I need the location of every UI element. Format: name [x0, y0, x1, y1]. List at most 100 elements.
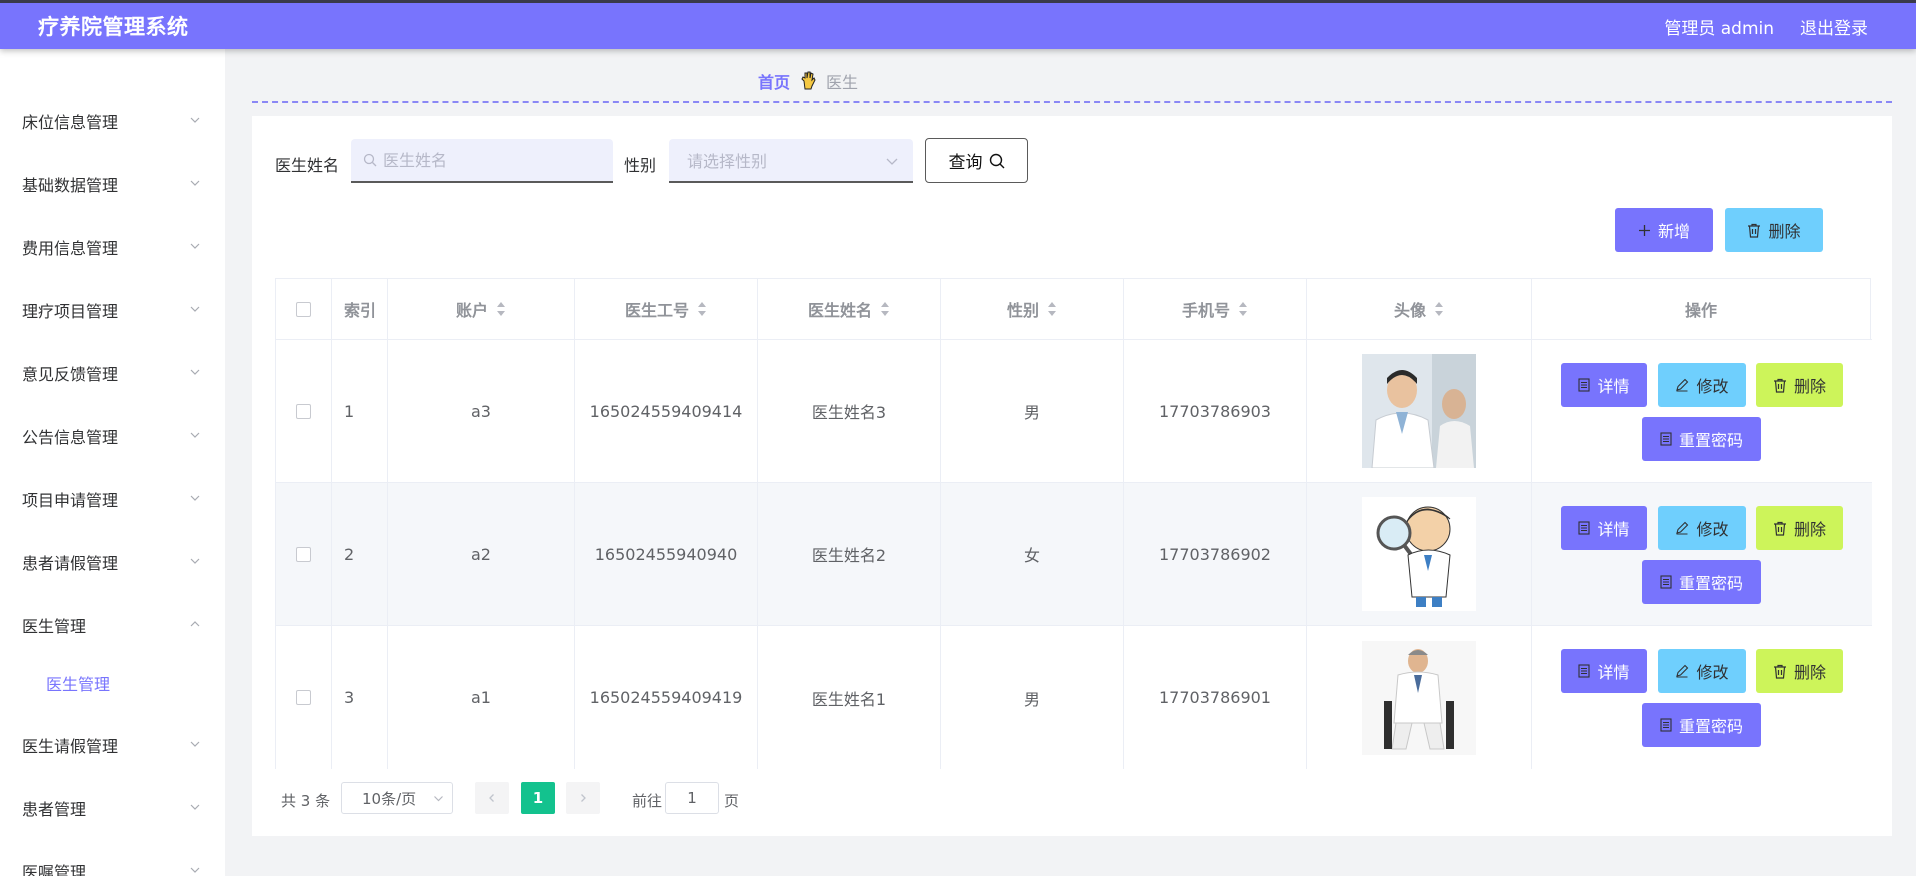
prev-page-button[interactable] — [475, 782, 509, 814]
cell-gender: 男 — [941, 626, 1124, 769]
col-phone[interactable]: 手机号 — [1124, 279, 1307, 339]
gender-select[interactable]: 请选择性别 — [669, 139, 913, 183]
edit-button-label: 修改 — [1696, 663, 1729, 682]
breadcrumb-home[interactable]: 首页 — [758, 69, 790, 93]
sidebar-item-bed[interactable]: 床位信息管理 — [0, 101, 225, 141]
cell-doctor-name: 医生姓名1 — [758, 626, 941, 769]
page-number-current[interactable]: 1 — [521, 782, 555, 814]
current-user[interactable]: 管理员 admin — [1664, 14, 1774, 39]
edit-button-label: 修改 — [1696, 377, 1729, 396]
sort-icon[interactable] — [1434, 302, 1444, 316]
gender-select-placeholder: 请选择性别 — [687, 152, 768, 171]
cell-account: a3 — [388, 340, 575, 482]
add-button-label: 新增 — [1657, 222, 1690, 241]
pagination-total: 共 3 条 — [281, 792, 331, 810]
page-size-select[interactable]: 10条/页 — [341, 782, 453, 814]
page-size-value: 10条/页 — [362, 789, 417, 808]
detail-button-label: 详情 — [1597, 663, 1630, 682]
reset-password-button[interactable]: 重置密码 — [1642, 560, 1761, 604]
cell-phone: 17703786902 — [1124, 483, 1307, 625]
select-all-checkbox[interactable] — [296, 301, 311, 317]
goto-page-input[interactable] — [665, 782, 719, 814]
delete-button[interactable]: 删除 — [1756, 506, 1843, 550]
col-index: 索引 — [332, 279, 388, 339]
chevron-up-icon — [190, 621, 200, 627]
batch-delete-button[interactable]: 删除 — [1725, 208, 1823, 252]
sort-icon[interactable] — [496, 302, 506, 316]
sidebar-item-patient-leave[interactable]: 患者请假管理 — [0, 542, 225, 582]
edit-button[interactable]: 修改 — [1658, 506, 1746, 550]
row-checkbox[interactable] — [296, 403, 311, 419]
detail-button[interactable]: 详情 — [1561, 363, 1647, 407]
row-select-cell — [276, 626, 332, 769]
cell-phone: 17703786901 — [1124, 626, 1307, 769]
delete-button[interactable]: 删除 — [1756, 649, 1843, 693]
table-row: 2 a2 16502455940940 医生姓名2 女 17703786902 — [276, 483, 1872, 626]
col-gender[interactable]: 性别 — [941, 279, 1124, 339]
sidebar-item-orders[interactable]: 医嘱管理 — [0, 851, 225, 876]
doctor-name-input[interactable] — [383, 150, 603, 170]
trash-icon — [1748, 223, 1761, 238]
sidebar-item-label: 医生管理 — [22, 617, 87, 636]
doctor-avatar[interactable] — [1362, 354, 1476, 468]
search-icon — [363, 153, 377, 167]
col-avatar-label: 头像 — [1393, 301, 1426, 320]
trash-icon — [1773, 664, 1786, 679]
sidebar-item-notice[interactable]: 公告信息管理 — [0, 416, 225, 456]
col-avatar[interactable]: 头像 — [1307, 279, 1532, 339]
row-select-cell — [276, 483, 332, 625]
col-account[interactable]: 账户 — [388, 279, 575, 339]
sort-icon[interactable] — [697, 302, 707, 316]
breadcrumb: 首页 医生 — [758, 69, 858, 93]
cartoon-doctor-image — [1362, 497, 1476, 611]
select-all-cell — [276, 279, 332, 339]
search-icon — [989, 153, 1004, 168]
sort-icon[interactable] — [1238, 302, 1248, 316]
row-checkbox[interactable] — [296, 690, 311, 705]
add-button[interactable]: 新增 — [1615, 208, 1713, 252]
sidebar-item-fees[interactable]: 费用信息管理 — [0, 227, 225, 267]
col-doctor-id[interactable]: 医生工号 — [575, 279, 758, 339]
doctor-avatar[interactable] — [1362, 640, 1476, 755]
header-user-area: 管理员 admin 退出登录 — [1664, 14, 1868, 39]
sidebar-item-doctor[interactable]: 医生管理 — [0, 605, 225, 645]
sidebar-item-feedback[interactable]: 意见反馈管理 — [0, 353, 225, 393]
app-title: 疗养院管理系统 — [38, 15, 189, 39]
sidebar-subitem-doctor-manage[interactable]: 医生管理 — [0, 663, 225, 703]
logout-link[interactable]: 退出登录 — [1800, 14, 1868, 39]
query-button[interactable]: 查询 — [925, 138, 1028, 183]
cell-doctor-id: 165024559409414 — [575, 340, 758, 482]
detail-button[interactable]: 详情 — [1561, 506, 1647, 550]
cell-avatar — [1307, 340, 1532, 482]
reset-password-button[interactable]: 重置密码 — [1642, 417, 1761, 461]
sort-icon[interactable] — [880, 302, 890, 316]
col-doctor-name[interactable]: 医生姓名 — [758, 279, 941, 339]
sort-icon[interactable] — [1047, 302, 1057, 316]
reset-password-button[interactable]: 重置密码 — [1642, 703, 1761, 747]
sidebar-item-therapy[interactable]: 理疗项目管理 — [0, 290, 225, 330]
chevron-down-icon — [190, 495, 200, 501]
edit-button[interactable]: 修改 — [1658, 649, 1746, 693]
cell-avatar — [1307, 483, 1532, 625]
next-page-button[interactable] — [566, 782, 600, 814]
gender-label: 性别 — [624, 156, 657, 175]
cell-phone: 17703786903 — [1124, 340, 1307, 482]
edit-button[interactable]: 修改 — [1658, 363, 1746, 407]
sidebar-item-patient[interactable]: 患者管理 — [0, 788, 225, 828]
sidebar-item-label: 基础数据管理 — [22, 176, 119, 195]
sidebar-item-label: 医嘱管理 — [22, 863, 87, 876]
cell-doctor-id: 16502455940940 — [575, 483, 758, 625]
trash-icon — [1773, 378, 1786, 393]
detail-button-label: 详情 — [1597, 377, 1630, 396]
col-doctor-id-label: 医生工号 — [624, 301, 689, 320]
chevron-down-icon — [190, 804, 200, 810]
sidebar-item-doctor-leave[interactable]: 医生请假管理 — [0, 725, 225, 765]
doctor-avatar[interactable] — [1362, 497, 1476, 611]
delete-button[interactable]: 删除 — [1756, 363, 1843, 407]
row-checkbox[interactable] — [296, 546, 311, 562]
chevron-down-icon — [434, 796, 443, 802]
detail-button[interactable]: 详情 — [1561, 649, 1647, 693]
sidebar-item-basic-data[interactable]: 基础数据管理 — [0, 164, 225, 204]
sidebar-item-project-apply[interactable]: 项目申请管理 — [0, 479, 225, 519]
cell-index: 2 — [332, 483, 388, 625]
